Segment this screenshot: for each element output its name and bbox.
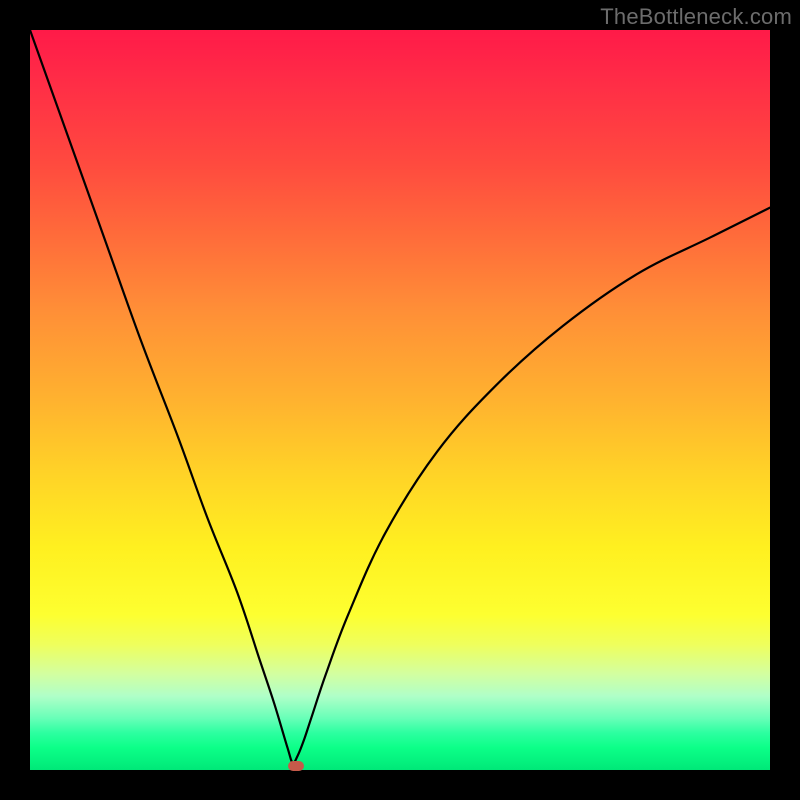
optimal-point-marker	[288, 761, 304, 771]
bottleneck-curve	[30, 30, 770, 763]
curve-svg	[30, 30, 770, 770]
plot-area	[30, 30, 770, 770]
watermark-text: TheBottleneck.com	[600, 4, 792, 30]
